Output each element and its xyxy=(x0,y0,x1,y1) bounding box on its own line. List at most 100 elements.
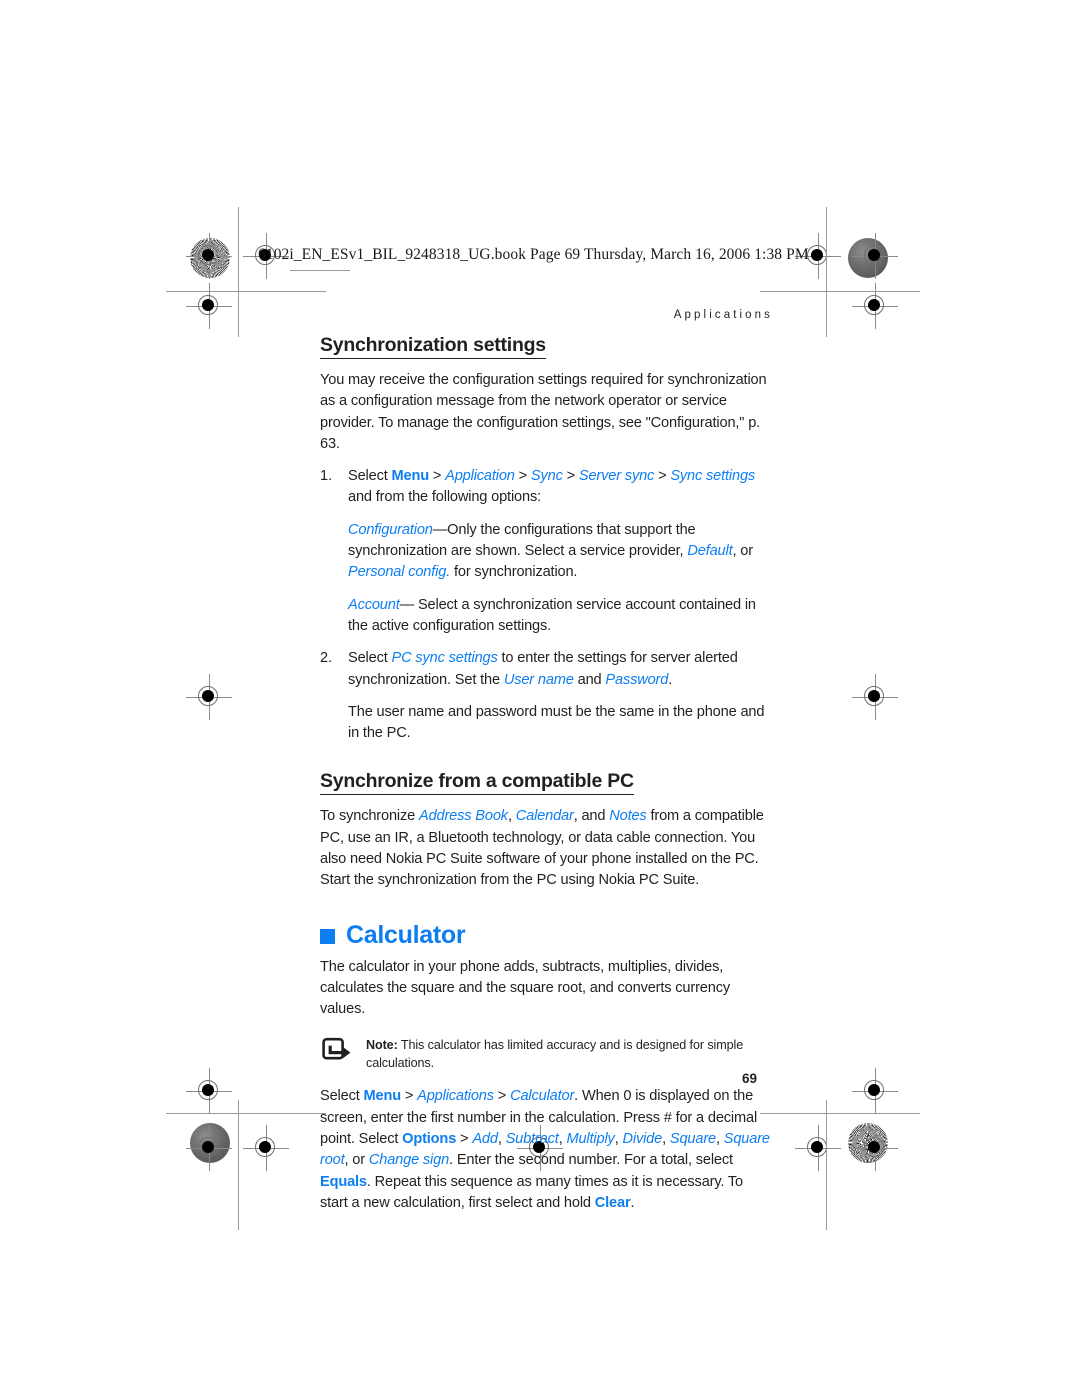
ui-address-book: Address Book xyxy=(419,808,508,825)
sep: > xyxy=(654,468,671,485)
ui-applications: Applications xyxy=(417,1088,494,1105)
instr-text-e: . xyxy=(630,1194,635,1211)
trim-line-header-rule xyxy=(290,270,350,271)
ui-sync: Sync xyxy=(530,468,563,485)
ui-password: Password xyxy=(605,671,669,688)
option-account: Account— Select a synchronization servic… xyxy=(320,595,772,638)
term-configuration: Configuration xyxy=(348,521,433,538)
sync-settings-intro: You may receive the configuration settin… xyxy=(320,372,767,452)
sep: > xyxy=(493,1088,511,1105)
calculator-note: Note: This calculator has limited accura… xyxy=(320,1035,772,1073)
rosette-mark-bottom-left xyxy=(190,1123,230,1163)
registration-mark-bottom-left xyxy=(186,1125,232,1171)
option-configuration: Configuration—Only the configurations th… xyxy=(320,520,772,584)
registration-mark-top-right xyxy=(852,233,898,279)
section-heading-calculator: Calculator xyxy=(320,920,772,949)
sync-from-pc-heading-wrap: Synchronize from a compatible PC xyxy=(320,770,772,802)
ui-user-name: User name xyxy=(503,671,574,688)
ui-sync-settings: Sync settings xyxy=(670,468,756,485)
step1-tail: and from the following options: xyxy=(348,489,541,506)
instr-text-b: , or xyxy=(344,1152,369,1169)
registration-mark-bottom-inner-right xyxy=(795,1125,841,1171)
calculator-intro: The calculator in your phone adds, subtr… xyxy=(320,958,730,1018)
instr-text-d: . Repeat this sequence as many times as … xyxy=(320,1173,744,1211)
fold-line-left-b xyxy=(238,1100,239,1230)
registration-mark-upper-right xyxy=(852,283,898,329)
ui-equals: Equals xyxy=(320,1173,367,1190)
step2-text-b: and xyxy=(573,671,606,688)
ui-server-sync: Server sync xyxy=(578,468,655,485)
note-body: This calculator has limited accuracy and… xyxy=(366,1037,744,1070)
pc-text-b: , xyxy=(507,808,516,825)
registration-mark-bottom-inner-left xyxy=(243,1125,289,1171)
ui-menu: Menu xyxy=(391,468,430,485)
trim-line-bottom-left xyxy=(166,1113,326,1114)
running-head: Applications xyxy=(673,309,773,321)
registration-mark-lower-left xyxy=(186,1068,232,1114)
pc-text-a: To synchronize xyxy=(320,808,419,825)
ui-calendar: Calendar xyxy=(515,808,574,825)
blue-square-bullet-icon xyxy=(320,928,335,944)
text-column: Synchronization settings You may receive… xyxy=(320,334,772,1215)
sep: > xyxy=(562,468,579,485)
ui-clear: Clear xyxy=(594,1194,631,1211)
heading-synchronization-settings: Synchronization settings xyxy=(320,334,546,359)
c: , xyxy=(497,1130,506,1147)
rosette-mark-top-right xyxy=(848,238,888,278)
instr-text-c: . Enter the second number. For a total, … xyxy=(449,1152,733,1169)
sync-settings-step-2: 2. Select PC sync settings to enter the … xyxy=(320,648,772,691)
ui-subtract: Subtract xyxy=(505,1130,559,1147)
fold-line-right-b xyxy=(826,1100,827,1230)
step-number: 2. xyxy=(320,650,333,667)
registration-mark-top-left xyxy=(186,233,232,279)
page-number: 69 xyxy=(742,1071,758,1086)
ui-personal-config: Personal config. xyxy=(348,564,451,581)
book-file-header: 6102i_EN_ESv1_BIL_9248318_UG.book Page 6… xyxy=(258,246,809,263)
sep: > xyxy=(456,1130,473,1147)
registration-mark-lower-right xyxy=(852,1068,898,1114)
ui-options: Options xyxy=(402,1130,457,1147)
calculator-instructions: Select Menu > Applications > Calculator.… xyxy=(320,1086,772,1214)
ui-default: Default xyxy=(687,543,733,560)
username-password-note: The user name and password must be the s… xyxy=(348,703,765,742)
account-text: — Select a synchronization service accou… xyxy=(348,596,756,634)
ui-multiply: Multiply xyxy=(566,1130,615,1147)
sep: > xyxy=(428,468,446,485)
page-canvas: 6102i_EN_ESv1_BIL_9248318_UG.book Page 6… xyxy=(0,0,1080,1397)
sep: > xyxy=(400,1088,418,1105)
sync-settings-trailing-note: The user name and password must be the s… xyxy=(320,702,772,745)
heading-calculator: Calculator xyxy=(346,920,466,949)
registration-mark-middle-left xyxy=(186,674,232,720)
step-1-text: Select Menu > Application > Sync > Serve… xyxy=(348,466,772,509)
ui-notes: Notes xyxy=(609,808,647,825)
trim-line-bottom-right xyxy=(760,1113,920,1114)
c: , xyxy=(662,1130,670,1147)
c: , xyxy=(715,1130,724,1147)
pc-text-c: , and xyxy=(573,808,610,825)
step-number: 1. xyxy=(320,468,333,485)
step-2-text: Select PC sync settings to enter the set… xyxy=(348,648,772,691)
ui-menu: Menu xyxy=(363,1088,402,1105)
registration-mark-middle-right xyxy=(852,674,898,720)
heading-synchronize-from-compatible-pc: Synchronize from a compatible PC xyxy=(320,770,634,796)
sync-settings-step-1: 1. Select Menu > Application > Sync > Se… xyxy=(320,466,772,509)
note-arrow-icon xyxy=(322,1037,352,1067)
ui-add: Add xyxy=(472,1130,498,1147)
registration-mark-bottom-right xyxy=(852,1125,898,1171)
fold-line-left xyxy=(238,207,239,337)
step2-text-c: . xyxy=(668,671,673,688)
ui-application: Application xyxy=(445,468,515,485)
ui-divide: Divide xyxy=(622,1130,663,1147)
sync-from-pc-text: To synchronize Address Book, Calendar, a… xyxy=(320,806,772,891)
step2-lead: Select xyxy=(348,650,392,667)
term-account: Account xyxy=(348,596,400,613)
fold-line-right xyxy=(826,207,827,337)
configuration-text-c: for synchronization. xyxy=(450,564,578,581)
sep: > xyxy=(514,468,531,485)
step1-lead: Select xyxy=(348,468,392,485)
ui-change-sign: Change sign xyxy=(368,1152,450,1169)
registration-mark-upper-left xyxy=(186,283,232,329)
trim-line-top-right xyxy=(760,291,920,292)
rosette-mark-top-left xyxy=(190,238,230,278)
ui-pc-sync-settings: PC sync settings xyxy=(391,650,498,667)
